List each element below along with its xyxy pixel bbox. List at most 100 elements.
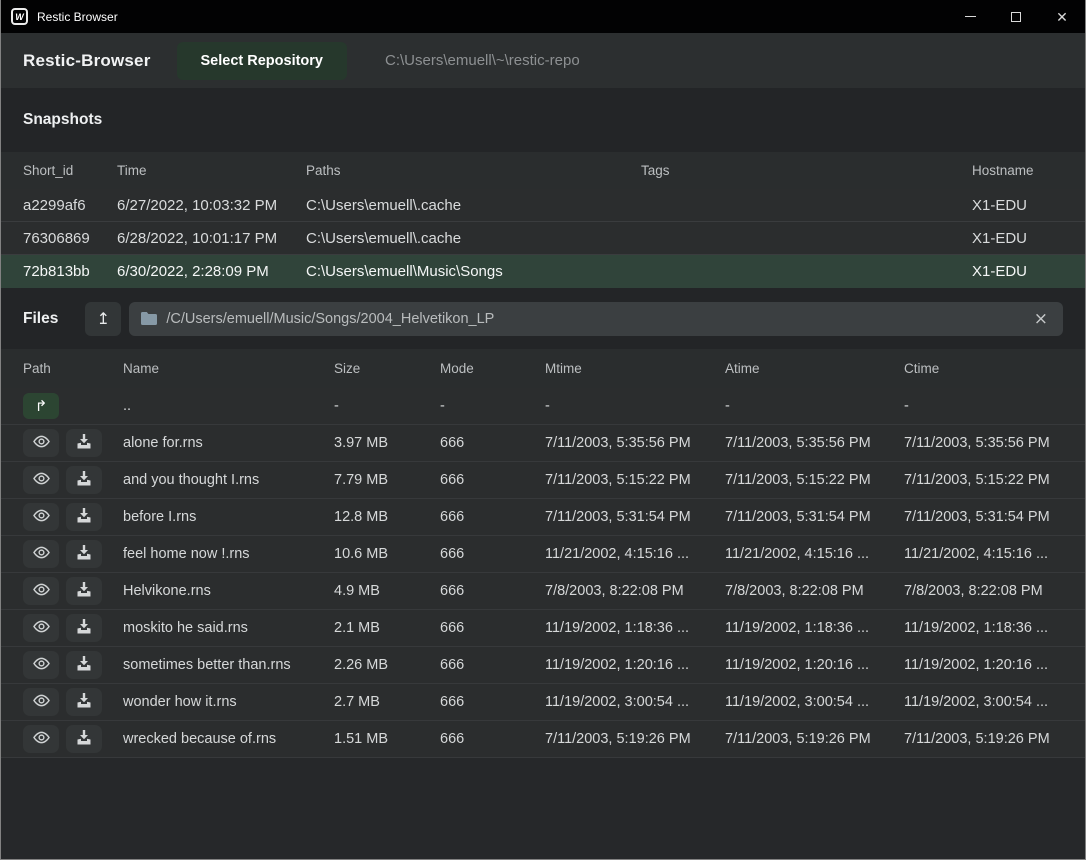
col-path: Path (23, 361, 123, 376)
col-mtime: Mtime (545, 361, 725, 376)
file-ctime: 7/8/2003, 8:22:08 PM (904, 583, 1063, 599)
preview-file-button[interactable] (23, 614, 59, 642)
file-actions (23, 503, 123, 531)
file-ctime: - (904, 398, 1063, 414)
file-mode: 666 (440, 546, 545, 562)
preview-file-button[interactable] (23, 725, 59, 753)
up-directory-button[interactable]: ↱ (23, 393, 59, 419)
file-actions (23, 725, 123, 753)
snapshot-short-id: 76306869 (23, 230, 117, 247)
file-mtime: 7/8/2003, 8:22:08 PM (545, 583, 725, 599)
preview-file-button[interactable] (23, 577, 59, 605)
up-from-bar-icon: ↥ (97, 309, 110, 328)
snapshots-heading: Snapshots (23, 111, 102, 129)
preview-file-button[interactable] (23, 651, 59, 679)
download-icon (76, 656, 92, 674)
download-file-button[interactable] (66, 688, 102, 716)
file-name: feel home now !.rns (123, 546, 334, 562)
file-mode: 666 (440, 731, 545, 747)
preview-file-button[interactable] (23, 540, 59, 568)
snapshot-paths: C:\Users\emuell\Music\Songs (306, 263, 641, 280)
window-title: Restic Browser (37, 10, 118, 24)
file-size: 7.79 MB (334, 472, 440, 488)
file-size: 1.51 MB (334, 731, 440, 747)
minimize-button[interactable] (947, 0, 993, 33)
preview-file-button[interactable] (23, 429, 59, 457)
file-size: 10.6 MB (334, 546, 440, 562)
download-file-button[interactable] (66, 651, 102, 679)
col-time: Time (117, 163, 306, 178)
close-button[interactable]: ✕ (1039, 0, 1085, 33)
download-file-button[interactable] (66, 466, 102, 494)
download-file-button[interactable] (66, 429, 102, 457)
file-actions (23, 688, 123, 716)
file-name: Helvikone.rns (123, 583, 334, 599)
files-section-header: Files ↥ /C/Users/emuell/Music/Songs/2004… (1, 288, 1085, 349)
maximize-button[interactable] (993, 0, 1039, 33)
file-actions (23, 540, 123, 568)
snapshot-row[interactable]: 72b813bb6/30/2022, 2:28:09 PMC:\Users\em… (1, 255, 1085, 288)
file-row: moskito he said.rns2.1 MB66611/19/2002, … (1, 610, 1085, 647)
download-icon (76, 471, 92, 489)
snapshot-row[interactable]: a2299af66/27/2022, 10:03:32 PMC:\Users\e… (1, 189, 1085, 222)
snapshot-time: 6/30/2022, 2:28:09 PM (117, 263, 306, 280)
file-actions (23, 577, 123, 605)
clear-path-button[interactable]: × (1031, 309, 1051, 329)
file-actions (23, 429, 123, 457)
snapshots-section-header: Snapshots (1, 88, 1085, 152)
file-name: and you thought I.rns (123, 472, 334, 488)
file-name: before I.rns (123, 509, 334, 525)
download-file-button[interactable] (66, 725, 102, 753)
file-ctime: 7/11/2003, 5:15:22 PM (904, 472, 1063, 488)
parent-dir-row: ↱..----- (1, 388, 1085, 425)
file-name: .. (123, 398, 334, 414)
current-path-bar[interactable]: /C/Users/emuell/Music/Songs/2004_Helveti… (129, 302, 1063, 336)
file-atime: 11/19/2002, 1:20:16 ... (725, 657, 904, 673)
file-size: 2.1 MB (334, 620, 440, 636)
file-atime: 7/8/2003, 8:22:08 PM (725, 583, 904, 599)
file-mtime: 7/11/2003, 5:15:22 PM (545, 472, 725, 488)
file-size: 4.9 MB (334, 583, 440, 599)
file-name: alone for.rns (123, 435, 334, 451)
preview-file-button[interactable] (23, 688, 59, 716)
minimize-icon (965, 16, 976, 17)
snapshot-row[interactable]: 763068696/28/2022, 10:01:17 PMC:\Users\e… (1, 222, 1085, 255)
snapshot-hostname: X1-EDU (972, 197, 1063, 214)
app-title: Restic-Browser (23, 51, 151, 71)
go-to-root-button[interactable]: ↥ (85, 302, 121, 336)
download-icon (76, 508, 92, 526)
download-file-button[interactable] (66, 503, 102, 531)
file-atime: 7/11/2003, 5:31:54 PM (725, 509, 904, 525)
file-mtime: 11/21/2002, 4:15:16 ... (545, 546, 725, 562)
snapshots-rows: a2299af66/27/2022, 10:03:32 PMC:\Users\e… (1, 189, 1085, 288)
file-ctime: 11/21/2002, 4:15:16 ... (904, 546, 1063, 562)
preview-file-button[interactable] (23, 466, 59, 494)
files-heading: Files (23, 310, 58, 328)
file-name: moskito he said.rns (123, 620, 334, 636)
file-mtime: 7/11/2003, 5:35:56 PM (545, 435, 725, 451)
col-hostname: Hostname (972, 163, 1063, 178)
titlebar: W Restic Browser ✕ (1, 0, 1085, 33)
file-size: - (334, 398, 440, 414)
col-short-id: Short_id (23, 163, 117, 178)
preview-file-button[interactable] (23, 503, 59, 531)
snapshot-paths: C:\Users\emuell\.cache (306, 197, 641, 214)
eye-icon (32, 694, 51, 710)
snapshot-hostname: X1-EDU (972, 263, 1063, 280)
file-row: sometimes better than.rns2.26 MB66611/19… (1, 647, 1085, 684)
col-mode: Mode (440, 361, 545, 376)
download-icon (76, 693, 92, 711)
file-ctime: 7/11/2003, 5:35:56 PM (904, 435, 1063, 451)
eye-icon (32, 472, 51, 488)
file-name: wonder how it.rns (123, 694, 334, 710)
restic-browser-window: W Restic Browser ✕ Restic-Browser Select… (0, 0, 1086, 860)
eye-icon (32, 435, 51, 451)
file-mtime: 7/11/2003, 5:19:26 PM (545, 731, 725, 747)
snapshot-hostname: X1-EDU (972, 230, 1063, 247)
download-file-button[interactable] (66, 614, 102, 642)
file-mtime: 11/19/2002, 1:18:36 ... (545, 620, 725, 636)
download-file-button[interactable] (66, 540, 102, 568)
file-mtime: 11/19/2002, 1:20:16 ... (545, 657, 725, 673)
select-repository-button[interactable]: Select Repository (177, 42, 348, 80)
download-file-button[interactable] (66, 577, 102, 605)
